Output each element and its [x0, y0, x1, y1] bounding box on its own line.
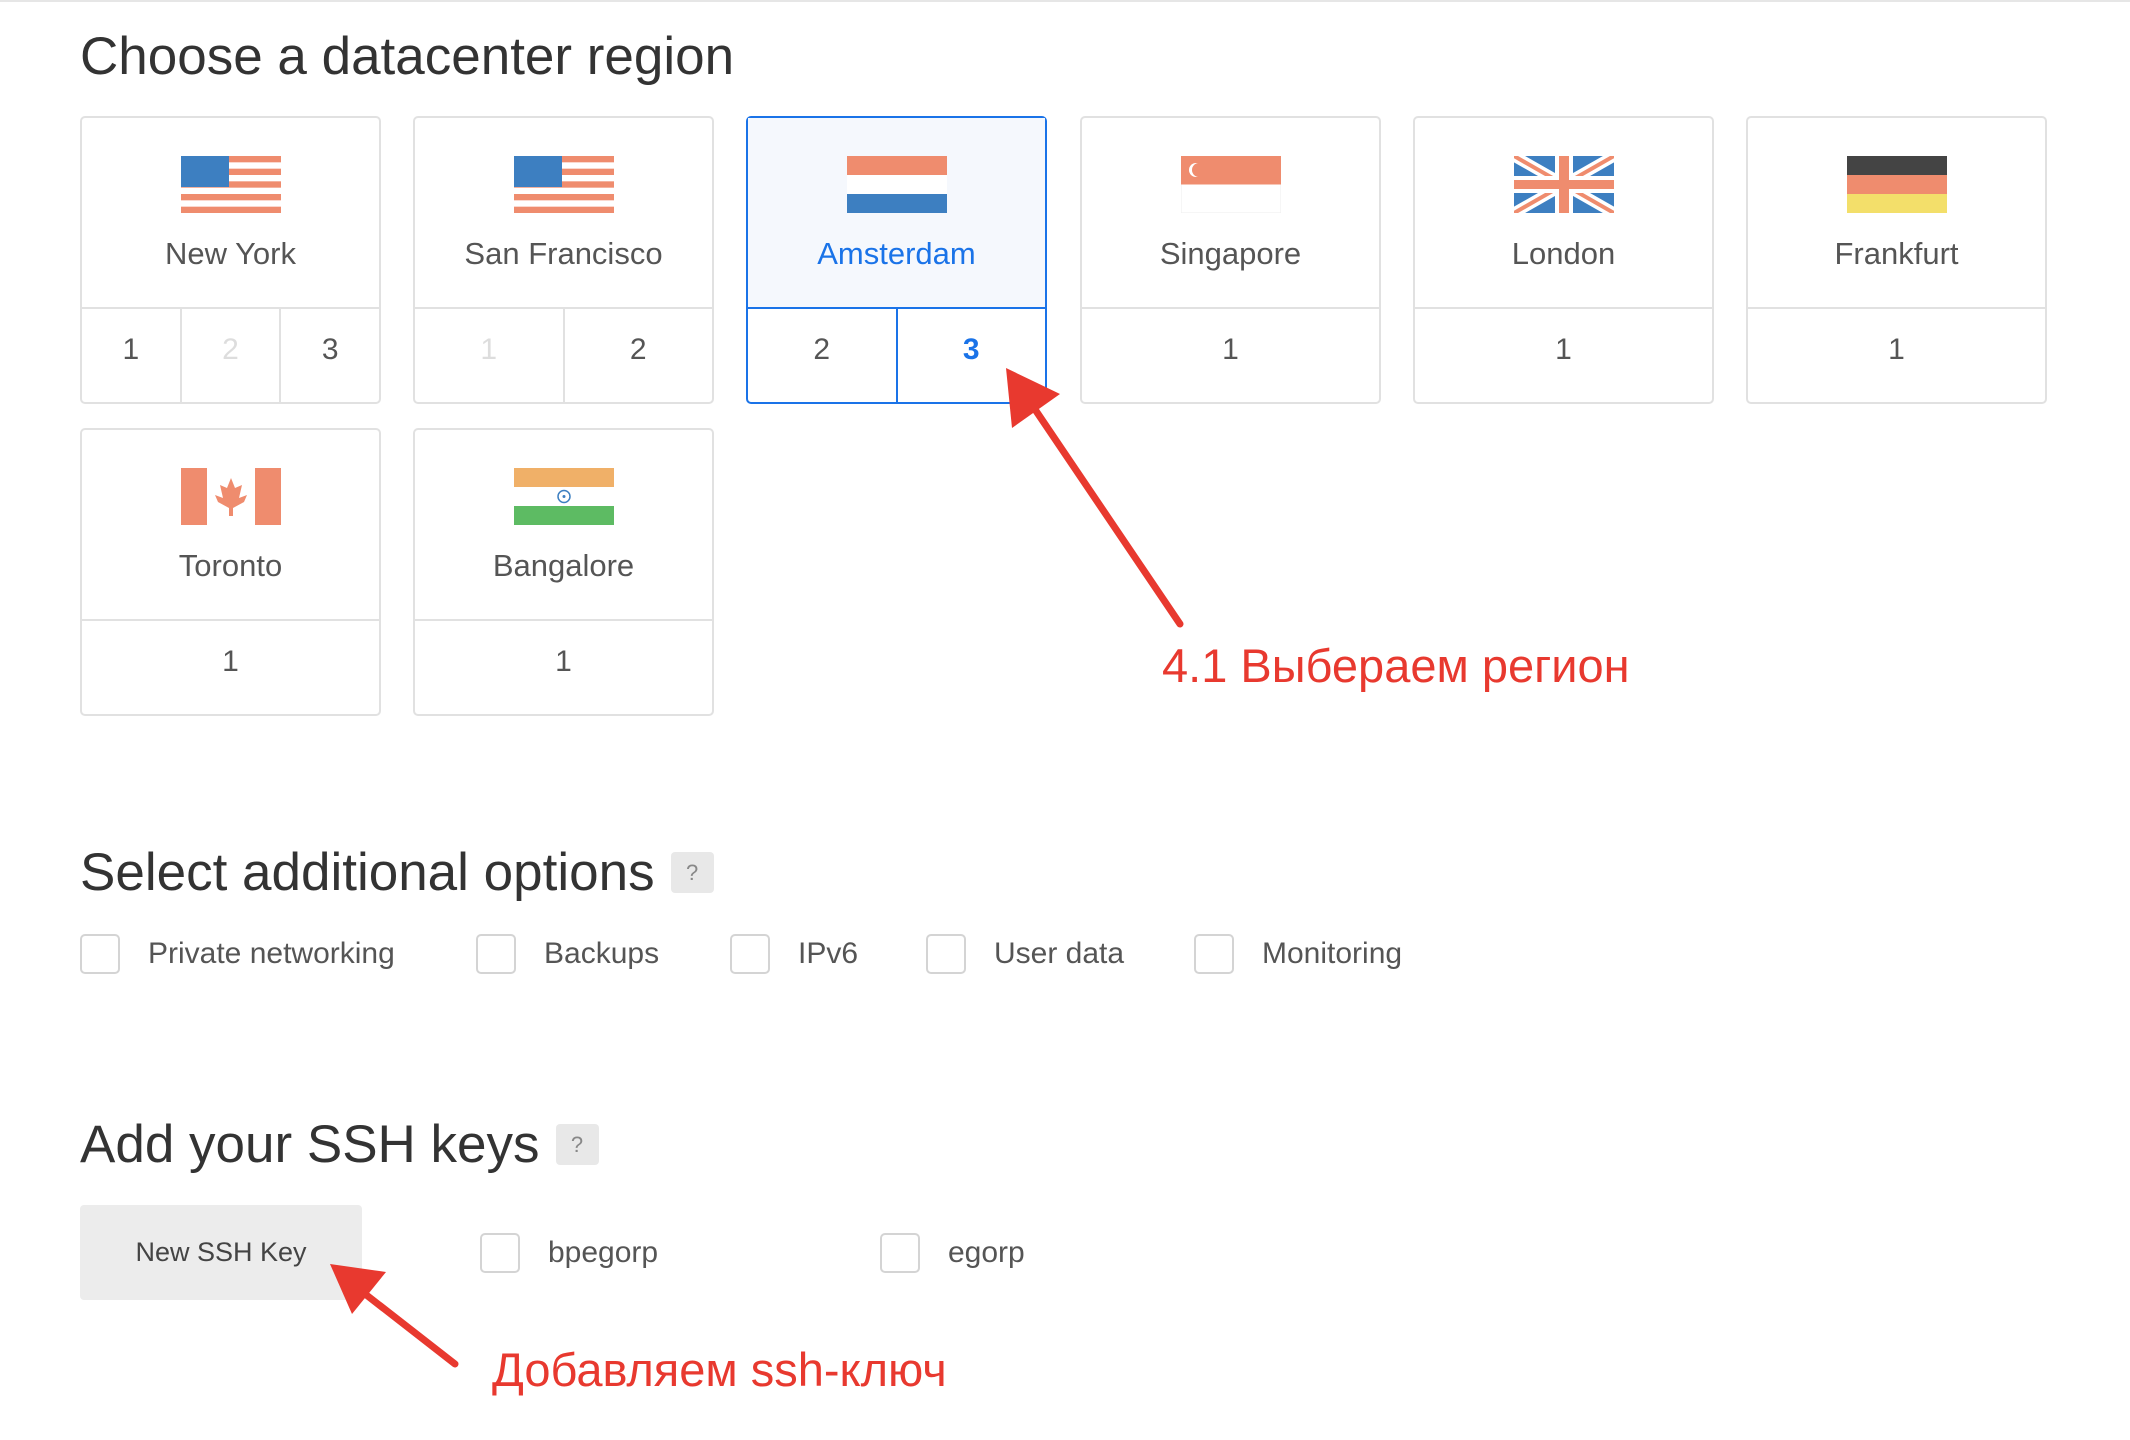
singapore-flag-icon	[1180, 156, 1281, 213]
netherlands-flag-icon	[846, 156, 947, 213]
region-card-singapore[interactable]: Singapore 1	[1080, 116, 1381, 404]
datacenter-option-3[interactable]: 3	[895, 307, 1046, 402]
region-card-header[interactable]: Bangalore	[415, 430, 712, 621]
us-flag-icon	[180, 156, 281, 213]
option-backups[interactable]: Backups	[476, 932, 659, 976]
monitoring-checkbox[interactable]	[1194, 934, 1234, 974]
ipv6-checkbox[interactable]	[730, 934, 770, 974]
india-flag-icon	[513, 468, 614, 525]
private-networking-checkbox[interactable]	[80, 934, 120, 974]
datacenter-option-1: 1	[480, 333, 498, 366]
ssh-section-title: Add your SSH keys?	[80, 1114, 599, 1175]
option-label: IPv6	[798, 937, 859, 970]
options-help-icon[interactable]: ?	[670, 851, 714, 893]
datacenter-option-2[interactable]: 2	[562, 307, 713, 402]
region-name: Singapore	[1159, 236, 1302, 271]
region-name: Toronto	[178, 548, 283, 583]
option-label: Backups	[544, 937, 660, 970]
region-card-amsterdam[interactable]: Amsterdam 2 3	[746, 116, 1047, 404]
ssh-key-checkbox[interactable]	[480, 1233, 520, 1273]
option-label: User data	[994, 937, 1125, 970]
datacenter-selector: 1	[82, 619, 379, 714]
datacenter-option-1[interactable]: 1	[82, 619, 379, 714]
region-card-header[interactable]: Amsterdam	[748, 118, 1045, 309]
option-ipv6[interactable]: IPv6	[730, 932, 858, 976]
datacenter-option-1[interactable]: 1	[415, 619, 712, 714]
region-card-header[interactable]: Frankfurt	[1748, 118, 2045, 309]
ssh-key-bpegorp[interactable]: bpegorp	[480, 1231, 658, 1275]
ssh-key-egorp[interactable]: egorp	[880, 1231, 1025, 1275]
region-name: Bangalore	[492, 548, 635, 583]
region-annotation-text: 4.1 Выбераем регион	[1162, 639, 1630, 692]
option-private-networking[interactable]: Private networking	[80, 932, 395, 976]
region-name: London	[1511, 236, 1616, 271]
option-label: Private networking	[148, 937, 395, 970]
region-card-new-york[interactable]: New York 1 2 3	[80, 116, 381, 404]
datacenter-selector: 1	[1415, 307, 1712, 402]
ssh-help-icon[interactable]: ?	[555, 1123, 599, 1165]
datacenter-selector: 12	[415, 307, 712, 402]
datacenter-option-3[interactable]: 3	[279, 307, 379, 402]
datacenter-option-2[interactable]: 2	[748, 307, 896, 402]
region-card-frankfurt[interactable]: Frankfurt 1	[1746, 116, 2047, 404]
user-data-checkbox[interactable]	[926, 934, 966, 974]
datacenter-selector: 123	[82, 307, 379, 402]
region-name: New York	[165, 236, 296, 271]
backups-checkbox[interactable]	[476, 934, 516, 974]
datacenter-option-1[interactable]: 1	[1082, 307, 1379, 402]
ssh-key-label: bpegorp	[548, 1236, 659, 1269]
region-card-bangalore[interactable]: Bangalore 1	[413, 428, 714, 716]
option-user-data[interactable]: User data	[926, 932, 1124, 976]
option-label: Monitoring	[1262, 937, 1403, 970]
uk-flag-icon	[1513, 156, 1614, 213]
new-ssh-key-button[interactable]: New SSH Key	[80, 1205, 362, 1300]
region-annotation-arrow	[1006, 368, 1184, 628]
ssh-key-checkbox[interactable]	[880, 1233, 920, 1273]
region-card-header[interactable]: San Francisco	[415, 118, 712, 309]
region-card-san-francisco[interactable]: San Francisco 1 2	[413, 116, 714, 404]
datacenter-selector: 1	[1082, 307, 1379, 402]
datacenter-selector: 1	[1748, 307, 2045, 402]
region-card-header[interactable]: Toronto	[82, 430, 379, 621]
region-name: Amsterdam	[817, 236, 976, 271]
region-card-header[interactable]: New York	[82, 118, 379, 309]
region-name: San Francisco	[464, 236, 663, 271]
ssh-title-text: Add your SSH keys	[80, 1115, 540, 1174]
ssh-annotation-text: Добавляем ssh-ключ	[492, 1343, 947, 1396]
options-section-title: Select additional options?	[80, 842, 714, 903]
region-card-header[interactable]: Singapore	[1082, 118, 1379, 309]
datacenter-option-2: 2	[179, 307, 280, 402]
ssh-key-label: egorp	[948, 1236, 1025, 1269]
datacenter-selector: 1	[415, 619, 712, 714]
canada-flag-icon	[180, 468, 281, 525]
option-monitoring[interactable]: Monitoring	[1194, 932, 1402, 976]
datacenter-option-1[interactable]: 1	[1748, 307, 2045, 402]
region-card-header[interactable]: London	[1415, 118, 1712, 309]
germany-flag-icon	[1846, 156, 1947, 213]
region-card-london[interactable]: London 1	[1413, 116, 1714, 404]
us-flag-icon	[513, 156, 614, 213]
datacenter-option-1[interactable]: 1	[82, 307, 180, 402]
region-card-toronto[interactable]: Toronto 1	[80, 428, 381, 716]
region-name: Frankfurt	[1834, 236, 1959, 271]
options-title-text: Select additional options	[80, 843, 655, 902]
region-section-title: Choose a datacenter region	[80, 27, 735, 86]
datacenter-selector: 23	[748, 307, 1045, 402]
datacenter-option-1[interactable]: 1	[1415, 307, 1712, 402]
